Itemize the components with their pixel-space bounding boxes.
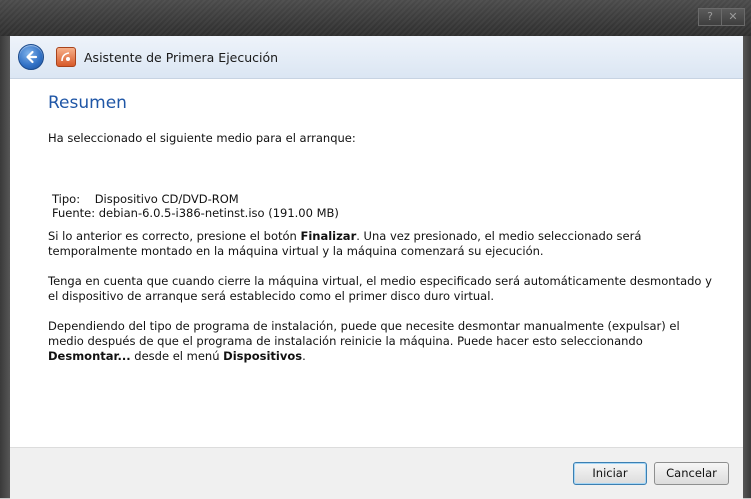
dispositivos-emphasis: Dispositivos (223, 349, 303, 363)
finish-paragraph: Si lo anterior es correcto, presione el … (48, 229, 718, 259)
wizard-content: Resumen Ha seleccionado el siguiente med… (10, 79, 743, 447)
media-type-line: Tipo: Dispositivo CD/DVD-ROM (52, 192, 239, 206)
unmount-text-a: Dependiendo del tipo de programa de inst… (48, 319, 680, 348)
page-title: Resumen (48, 93, 127, 113)
start-button[interactable]: Iniciar (573, 462, 647, 485)
desmontar-emphasis: Desmontar... (48, 349, 131, 363)
window-controls: ? ✕ (698, 8, 745, 26)
finish-text-a: Si lo anterior es correcto, presione el … (48, 229, 301, 243)
unmount-text-c: desde el menú (130, 349, 224, 363)
finalizar-emphasis: Finalizar (300, 229, 357, 243)
cancel-button[interactable]: Cancelar (654, 462, 729, 485)
shutdown-paragraph: Tenga en cuenta que cuando cierre la máq… (48, 274, 712, 303)
help-button[interactable]: ? (698, 8, 722, 26)
wizard-title: Asistente de Primera Ejecución (84, 49, 279, 65)
wizard-footer: Iniciar Cancelar (10, 447, 743, 499)
unmount-paragraph: Dependiendo del tipo de programa de inst… (48, 319, 718, 364)
back-arrow-icon[interactable] (18, 44, 44, 70)
wizard-header: Asistente de Primera Ejecución (10, 36, 743, 79)
intro-text: Ha seleccionado el siguiente medio para … (48, 131, 356, 145)
close-button[interactable]: ✕ (722, 8, 745, 26)
window-frame-left (0, 36, 10, 498)
window-frame-right (743, 36, 751, 498)
media-summary: Tipo: Dispositivo CD/DVD-ROM Fuente: deb… (52, 192, 718, 220)
window-titlebar: ? ✕ (0, 0, 751, 36)
media-source-line: Fuente: debian-6.0.5-i386-netinst.iso (1… (52, 206, 339, 220)
unmount-text-e: . (302, 349, 306, 363)
virtualbox-icon (56, 47, 76, 67)
